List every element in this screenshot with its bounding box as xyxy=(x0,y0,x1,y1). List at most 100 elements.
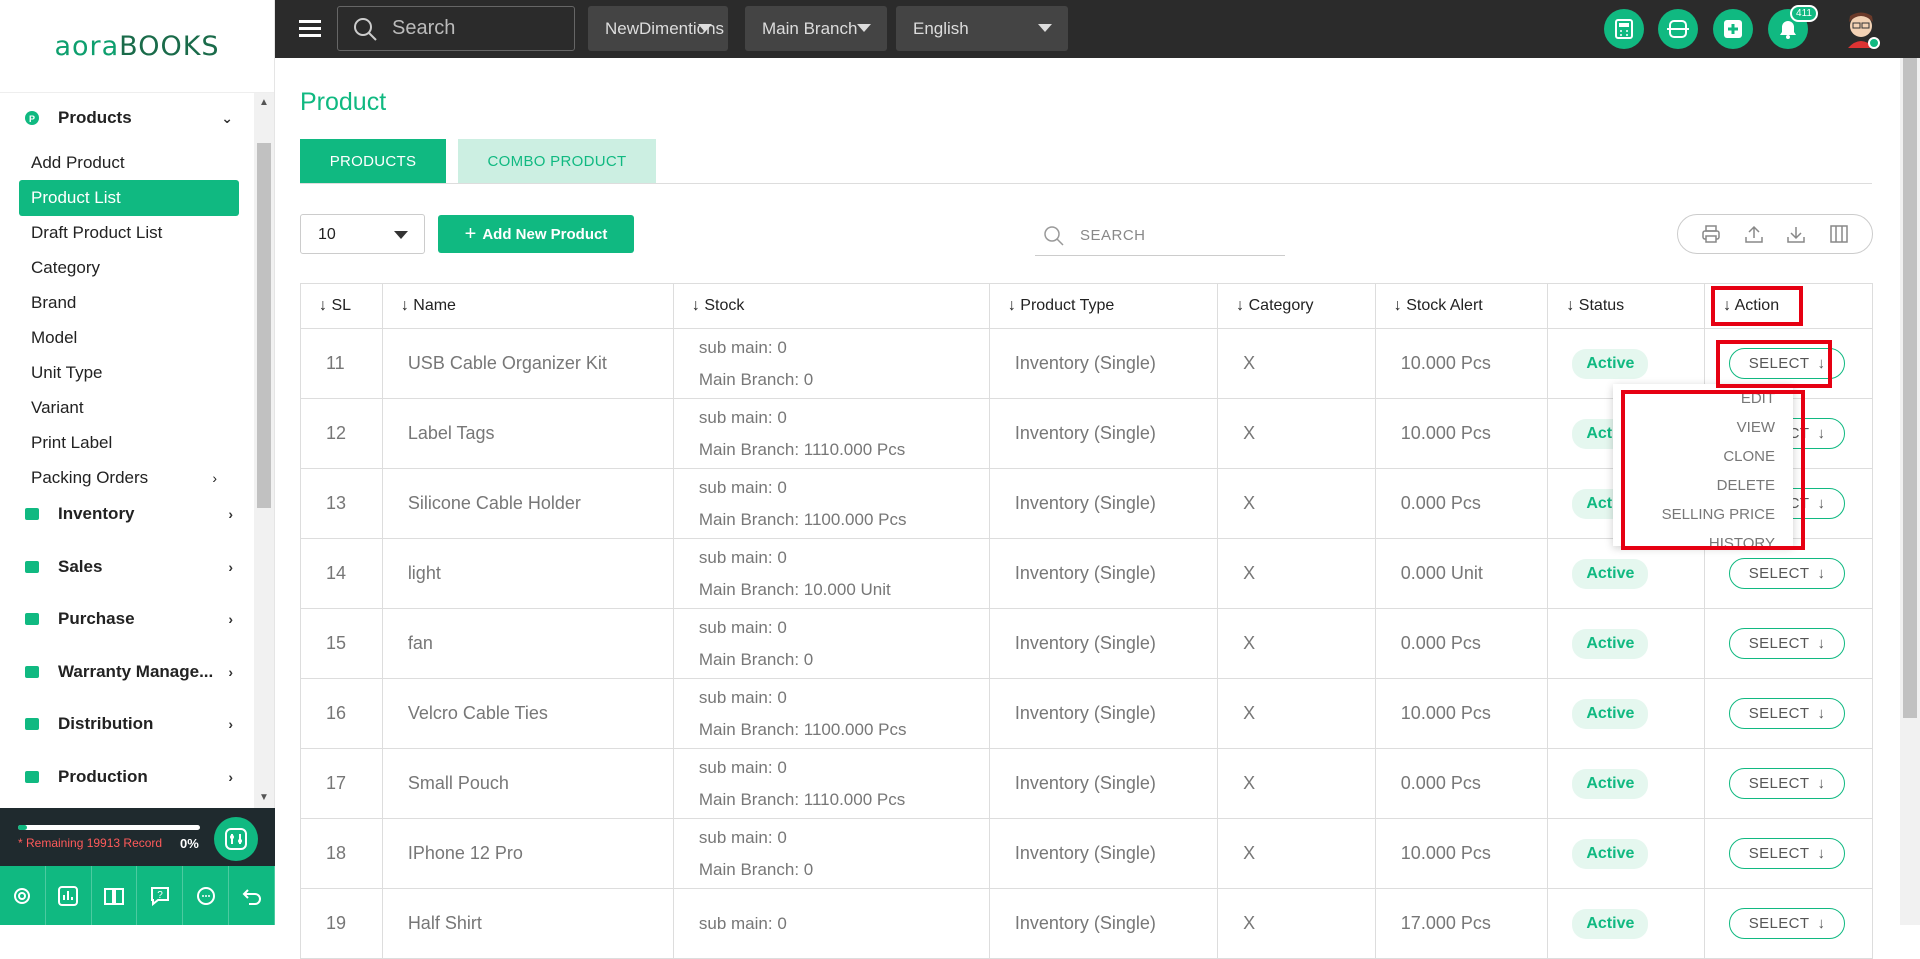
global-search-input[interactable]: Search xyxy=(337,6,575,51)
sidebar-section-warranty-manage[interactable]: Warranty Manage... › xyxy=(0,649,255,695)
cell-product-type: Inventory (Single) xyxy=(988,468,1219,539)
cell-stock: sub main: 0 Main Branch: 1100.000 Pcs xyxy=(672,468,990,539)
chevron-right-icon: › xyxy=(228,768,233,785)
sidebar-item-draft-product-list[interactable]: Draft Product List xyxy=(19,215,239,251)
column-header-name[interactable]: ↓ Name xyxy=(381,283,674,329)
tab-divider xyxy=(300,183,1872,184)
status-badge: Active xyxy=(1572,558,1649,589)
sidebar-item-add-product[interactable]: Add Product xyxy=(19,145,239,181)
select-action-button[interactable]: SELECT↓ xyxy=(1729,628,1846,659)
sidebar-item-print-label[interactable]: Print Label xyxy=(19,425,239,461)
sidebar-item-model[interactable]: Model xyxy=(19,320,239,356)
scroll-up-icon[interactable]: ▲ xyxy=(254,93,274,113)
cell-stock: sub main: 0 Main Branch: 1110.000 Pcs xyxy=(672,748,990,819)
column-header-product-type[interactable]: ↓ Product Type xyxy=(988,283,1219,329)
tab-products[interactable]: PRODUCTS xyxy=(300,139,446,184)
cell-stock-alert: 10.000 Pcs xyxy=(1374,328,1549,399)
book-icon[interactable] xyxy=(92,866,138,925)
sort-arrow-icon: ↓ xyxy=(1393,297,1407,314)
add-plus-icon[interactable] xyxy=(1713,9,1753,49)
sidebar-section-distribution[interactable]: Distribution › xyxy=(0,701,255,747)
cell-stock-alert: 0.000 Unit xyxy=(1374,538,1549,609)
select-action-button[interactable]: SELECT↓ xyxy=(1729,698,1846,729)
brand-logo[interactable]: aora BOOKS xyxy=(0,0,274,93)
scrollbar-thumb[interactable] xyxy=(1903,58,1917,718)
sidebar: aora BOOKS P Products ⌄ Add Product Produc… xyxy=(0,0,275,925)
sidebar-section-purchase[interactable]: Purchase › xyxy=(0,596,255,642)
calculator-icon[interactable] xyxy=(1604,9,1644,49)
document-icon xyxy=(22,767,42,787)
hamburger-menu-icon[interactable] xyxy=(299,18,321,43)
columns-icon[interactable] xyxy=(1829,224,1849,244)
page-scrollbar[interactable] xyxy=(1900,58,1920,925)
company-select[interactable]: NewDimentions xyxy=(588,6,728,51)
column-header-sl[interactable]: ↓ SL xyxy=(300,283,383,329)
sidebar-scrollbar[interactable]: ▲ ▼ xyxy=(254,93,274,808)
chevron-right-icon: › xyxy=(228,663,233,680)
cell-status: Active xyxy=(1547,818,1706,889)
caret-down-icon xyxy=(857,24,871,32)
settings-gear-icon[interactable] xyxy=(0,866,46,925)
chevron-right-icon: › xyxy=(228,506,233,522)
scrollbar-thumb[interactable] xyxy=(257,143,271,508)
report-chart-icon[interactable] xyxy=(46,866,92,925)
plus-icon: + xyxy=(464,222,477,245)
column-header-category[interactable]: ↓ Category xyxy=(1217,283,1376,329)
cell-name: Small Pouch xyxy=(381,748,674,819)
language-select[interactable]: English xyxy=(896,6,1068,51)
column-header-stock-alert[interactable]: ↓ Stock Alert xyxy=(1374,283,1549,329)
scroll-down-icon[interactable]: ▼ xyxy=(254,788,274,808)
sidebar-section-products[interactable]: P Products ⌄ xyxy=(0,95,255,141)
chat-icon[interactable] xyxy=(183,866,230,925)
cell-stock-alert: 0.000 Pcs xyxy=(1374,468,1549,539)
table-search-input[interactable]: SEARCH xyxy=(1035,216,1285,256)
tab-combo-product[interactable]: COMBO PRODUCT xyxy=(458,139,656,184)
per-page-select[interactable]: 10 xyxy=(300,214,425,254)
page-title: Product xyxy=(300,88,387,116)
branch-select[interactable]: Main Branch xyxy=(745,6,887,51)
cell-name: USB Cable Organizer Kit xyxy=(381,328,674,399)
column-header-stock[interactable]: ↓ Stock xyxy=(672,283,990,329)
print-icon[interactable] xyxy=(1701,224,1721,244)
cell-stock-alert: 0.000 Pcs xyxy=(1374,748,1549,819)
cell-action: SELECT↓ xyxy=(1704,818,1873,889)
pos-scan-icon[interactable] xyxy=(1658,9,1698,49)
download-icon[interactable] xyxy=(1786,224,1806,244)
user-avatar[interactable] xyxy=(1840,8,1882,50)
cell-stock-alert: 10.000 Pcs xyxy=(1374,398,1549,469)
highlight-select-button xyxy=(1716,340,1832,388)
table-tools xyxy=(1677,214,1873,254)
cell-sl: 14 xyxy=(300,538,383,609)
undo-back-icon[interactable] xyxy=(229,866,275,925)
upload-icon[interactable] xyxy=(1744,224,1764,244)
sidebar-footer: * Remaining 19913 Record 0% ? xyxy=(0,808,275,925)
sidebar-section-sales[interactable]: Sales › xyxy=(0,544,255,590)
arrow-down-icon: ↓ xyxy=(1817,635,1826,652)
cell-category: X xyxy=(1217,608,1376,679)
cell-stock: sub main: 0 Main Branch: 0 xyxy=(672,608,990,679)
status-badge: Active xyxy=(1572,908,1649,939)
cell-category: X xyxy=(1217,888,1376,959)
sidebar-item-category[interactable]: Category xyxy=(19,250,239,286)
sidebar-item-product-list[interactable]: Product List xyxy=(19,180,239,216)
sidebar-item-variant[interactable]: Variant xyxy=(19,390,239,426)
cell-product-type: Inventory (Single) xyxy=(988,538,1219,609)
table-row: 17 Small Pouch sub main: 0 Main Branch: 111… xyxy=(300,748,1873,819)
record-progress-bar xyxy=(18,825,200,830)
cell-stock-alert: 17.000 Pcs xyxy=(1374,888,1549,959)
sidebar-section-inventory[interactable]: Inventory › xyxy=(0,491,255,537)
help-question-icon[interactable]: ? xyxy=(137,866,184,925)
select-action-button[interactable]: SELECT↓ xyxy=(1729,558,1846,589)
sidebar-item-unit-type[interactable]: Unit Type xyxy=(19,355,239,391)
cell-status: Active xyxy=(1547,748,1706,819)
sidebar-item-brand[interactable]: Brand xyxy=(19,285,239,321)
notification-bell-icon[interactable]: 411 xyxy=(1768,5,1818,49)
cell-category: X xyxy=(1217,328,1376,399)
select-action-button[interactable]: SELECT↓ xyxy=(1729,908,1846,939)
sidebar-section-production[interactable]: Production › xyxy=(0,754,255,800)
upgrade-button[interactable] xyxy=(214,817,258,861)
add-new-product-button[interactable]: + Add New Product xyxy=(438,215,634,253)
select-action-button[interactable]: SELECT↓ xyxy=(1729,838,1846,869)
column-header-status[interactable]: ↓ Status xyxy=(1547,283,1706,329)
select-action-button[interactable]: SELECT↓ xyxy=(1729,768,1846,799)
